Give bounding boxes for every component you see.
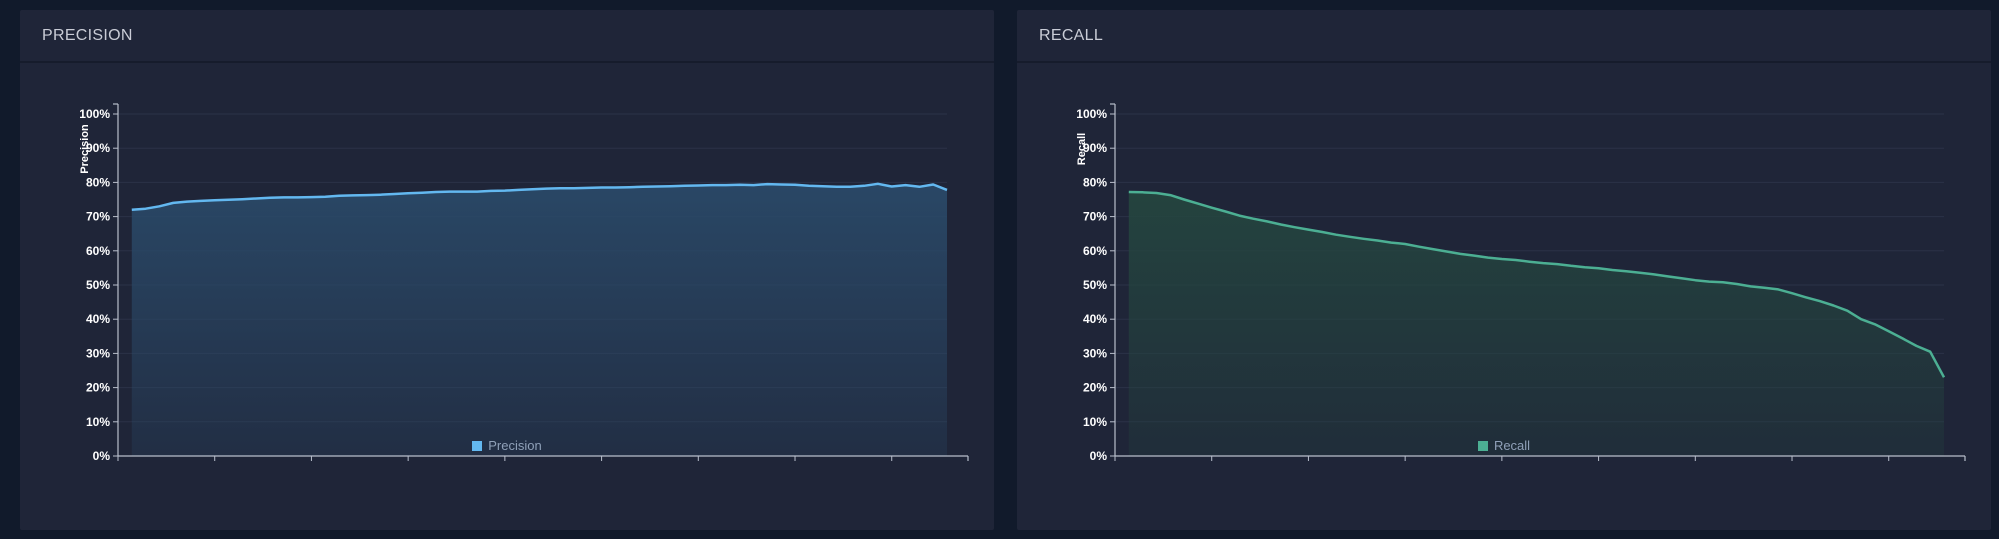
precision-y-tick-label: 40% (86, 312, 110, 326)
precision-y-tick-label: 60% (86, 244, 110, 258)
recall-y-tick-label: 50% (1083, 278, 1107, 292)
dashboard: PRECISION 0% 10% 20% 30% 40% 50% 60% 70% 80% 90% 1… (0, 0, 1999, 539)
recall-y-tick-label: 40% (1083, 312, 1107, 326)
precision-y-tick-label: 20% (86, 381, 110, 395)
precision-legend-entry[interactable]: Precision (472, 438, 542, 453)
recall-y-tick-label: 100% (1076, 107, 1107, 121)
precision-legend-swatch (472, 440, 483, 451)
recall-y-tick-label: 70% (1083, 210, 1107, 224)
recall-legend-swatch (1477, 440, 1488, 451)
precision-y-tick-label: 50% (86, 278, 110, 292)
precision-y-tick-label: 70% (86, 210, 110, 224)
precision-y-tick-label: 100% (79, 107, 110, 121)
precision-chart: 0%10%20%30%40%50%60%70%80%90%100%0.40.47… (79, 103, 969, 463)
recall-card: RECALL 0% 10% 20% 30% 40% 50% 60% 70% 80% 90% 100%… (1017, 10, 1991, 530)
recall-y-tick-label: 20% (1083, 381, 1107, 395)
recall-y-tick-label: 60% (1083, 244, 1107, 258)
precision-card-title: PRECISION (42, 26, 133, 44)
recall-card-title: RECALL (1039, 26, 1104, 44)
precision-y-tick-label: 80% (86, 175, 110, 189)
precision-y-tick-label: 10% (86, 415, 110, 429)
recall-y-tick-label: 80% (1083, 175, 1107, 189)
recall-y-tick-label: 30% (1083, 346, 1107, 360)
recall-area (1128, 192, 1944, 456)
recall-legend-label: Recall (1493, 438, 1531, 453)
precision-legend-label: Precision (488, 438, 542, 453)
recall-legend-entry[interactable]: Recall (1477, 438, 1531, 453)
recall-y-tick-label: 10% (1083, 415, 1107, 429)
recall-y-axis-title: Recall (1076, 133, 1088, 165)
precision-card: PRECISION 0% 10% 20% 30% 40% 50% 60% 70% 80% 90% 1… (20, 10, 994, 530)
recall-card-header: RECALL (1017, 10, 1991, 63)
precision-y-tick-label: 30% (86, 346, 110, 360)
precision-y-axis-title: Precision (79, 124, 91, 174)
precision-area (131, 183, 948, 457)
recall-chart: 0%10%20%30%40%50%60%70%80%90%100%0.40.47… (1076, 103, 1966, 463)
recall-legend: Recall (1017, 438, 1991, 453)
precision-card-header: PRECISION (20, 10, 994, 63)
precision-legend: Precision (20, 438, 994, 453)
